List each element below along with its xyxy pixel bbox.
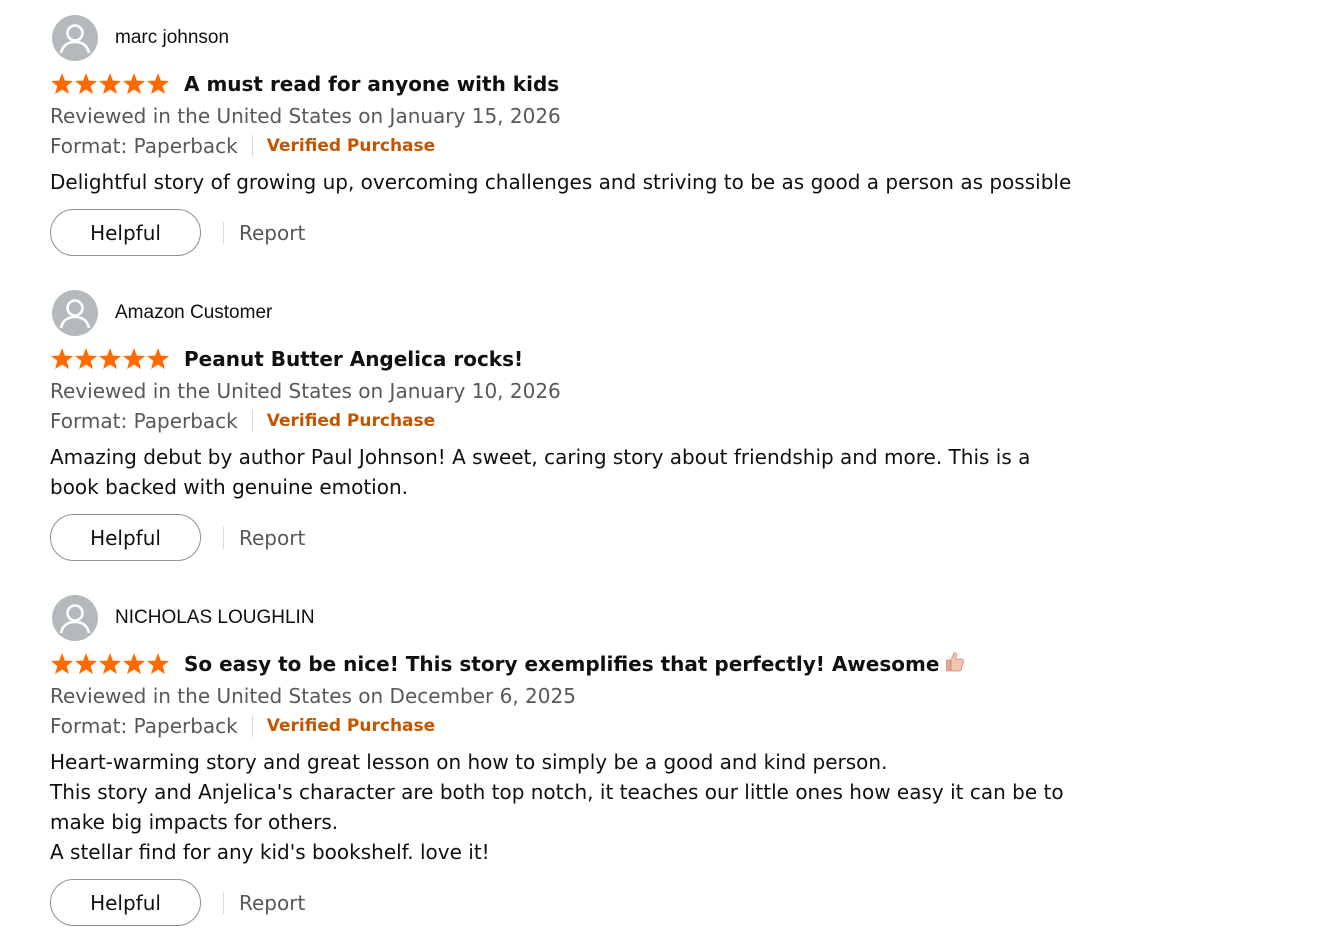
avatar[interactable] [52,15,98,61]
divider [223,221,224,244]
five-stars-icon [51,653,169,674]
review-title[interactable]: A must read for anyone with kids [184,72,559,96]
review-body: Delightful story of growing up, overcomi… [50,170,1072,194]
divider [223,526,224,549]
five-stars-icon [51,348,169,369]
review-date: Reviewed in the United States on Decembe… [50,684,576,708]
reviewer-name[interactable]: Amazon Customer [115,302,272,324]
five-stars-icon [51,73,169,94]
verified-purchase-badge[interactable]: Verified Purchase [267,716,435,736]
review-body: Amazing debut by author Paul Johnson! A … [50,445,1031,499]
helpful-button[interactable]: Helpful [50,879,201,926]
divider [251,715,253,737]
avatar[interactable] [52,290,98,336]
reviewer-profile[interactable]: NICHOLAS LOUGHLIN [50,595,1100,641]
star-rating[interactable] [50,652,170,676]
reviewer-profile[interactable]: Amazon Customer [50,290,1100,336]
format-label[interactable]: Format: Paperback [50,714,238,738]
avatar[interactable] [52,595,98,641]
reviewer-name[interactable]: NICHOLAS LOUGHLIN [115,607,315,629]
review-title-text: So easy to be nice! This story exemplifi… [184,651,940,676]
reviews-list: marc johnson A must read for anyone with… [0,0,1100,926]
reviewer-profile[interactable]: marc johnson [50,15,1100,61]
review-body-line: This story and Anjelica's character are … [50,780,1064,834]
review-title[interactable]: So easy to be nice! This story exemplifi… [184,651,965,678]
format-label[interactable]: Format: Paperback [50,409,238,433]
star-rating[interactable] [50,72,170,96]
divider [251,135,253,157]
review-item: Amazon Customer Peanut Butter Angelica r… [50,290,1100,561]
verified-purchase-badge[interactable]: Verified Purchase [267,136,435,156]
report-link[interactable]: Report [239,221,305,245]
review-item: marc johnson A must read for anyone with… [50,15,1100,256]
user-silhouette-icon [59,604,91,634]
user-silhouette-icon [59,299,91,329]
star-rating[interactable] [50,347,170,371]
divider [223,891,224,914]
review-item: NICHOLAS LOUGHLIN So easy to be nice! Th… [50,595,1100,926]
divider [251,410,253,432]
reviewer-name[interactable]: marc johnson [115,27,229,49]
user-silhouette-icon [59,24,91,54]
review-title[interactable]: Peanut Butter Angelica rocks! [184,347,523,371]
helpful-button[interactable]: Helpful [50,514,201,561]
review-body: Heart-warming story and great lesson on … [50,747,1070,867]
review-date: Reviewed in the United States on January… [50,104,561,128]
helpful-button[interactable]: Helpful [50,209,201,256]
verified-purchase-badge[interactable]: Verified Purchase [267,411,435,431]
review-body-line: Heart-warming story and great lesson on … [50,750,888,774]
format-label[interactable]: Format: Paperback [50,134,238,158]
review-date: Reviewed in the United States on January… [50,379,561,403]
review-body-line: A stellar find for any kid's bookshelf. … [50,840,490,864]
report-link[interactable]: Report [239,891,305,915]
thumbs-up-icon [945,651,965,678]
report-link[interactable]: Report [239,526,305,550]
